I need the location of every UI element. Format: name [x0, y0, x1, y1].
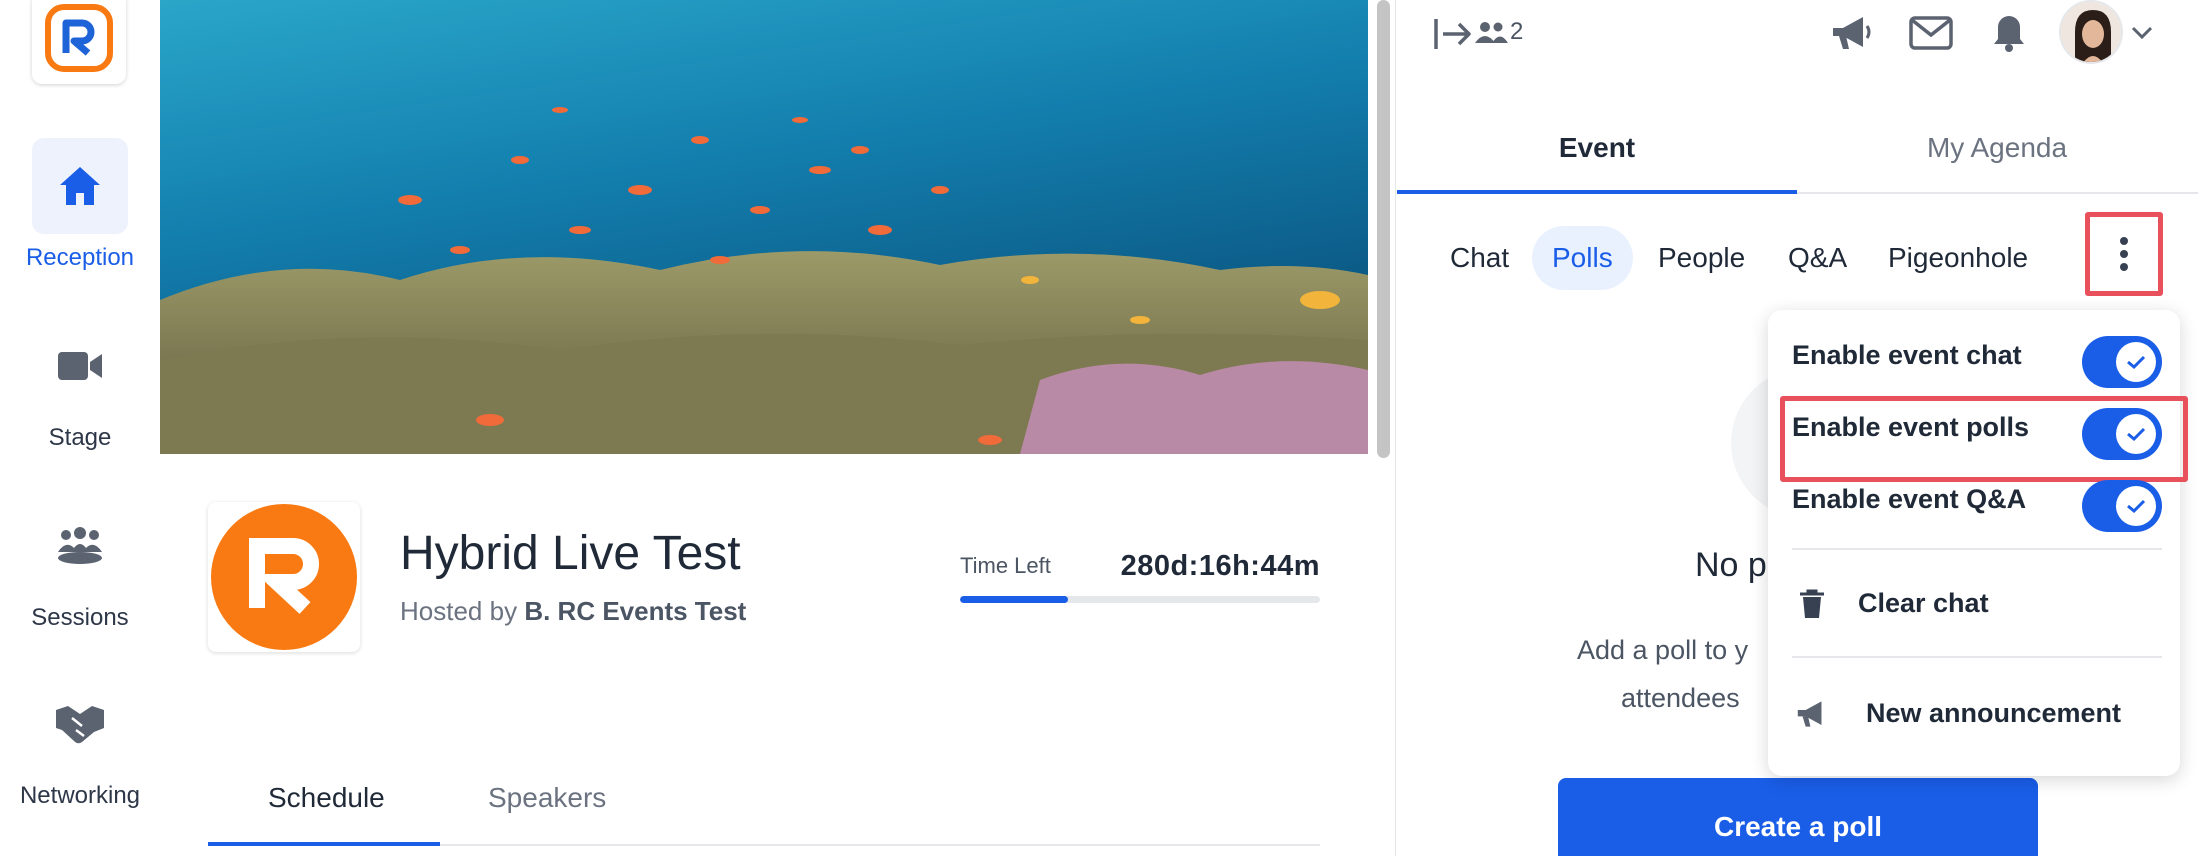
- tab-event[interactable]: Event: [1397, 132, 1797, 164]
- nav-icon-container: [32, 676, 128, 772]
- enable-event-polls-toggle[interactable]: [2082, 408, 2162, 460]
- divider: [1792, 656, 2162, 658]
- logo-r-icon: [45, 4, 113, 72]
- nav-label-reception: Reception: [25, 244, 135, 271]
- attendees-button[interactable]: [1473, 18, 1509, 48]
- nav-icon-container: [32, 498, 128, 594]
- tab-schedule[interactable]: Schedule: [268, 782, 385, 814]
- more-options-button[interactable]: [2085, 212, 2163, 296]
- time-left-label: Time Left: [960, 553, 1051, 578]
- action-label: New announcement: [1866, 698, 2122, 728]
- panel-sub-tabs: Chat Polls People Q&A Pigeonhole: [1397, 226, 2198, 292]
- nav-item-sessions[interactable]: Sessions: [0, 498, 160, 632]
- toggle-label: Enable event chat: [1792, 340, 2022, 370]
- schedule-tabs: Schedule Speakers: [208, 770, 1320, 846]
- active-tab-indicator: [1397, 190, 1797, 194]
- tab-polls[interactable]: Polls: [1532, 226, 1633, 290]
- app-logo[interactable]: [32, 0, 126, 84]
- scrollbar-thumb[interactable]: [1377, 0, 1390, 458]
- toggle-row-event-chat: Enable event chat: [1792, 324, 2162, 388]
- collapse-panel-button[interactable]: [1431, 14, 1475, 54]
- main-scrollbar[interactable]: [1368, 0, 1396, 856]
- check-icon: [2127, 499, 2146, 514]
- coral-reef-image: [160, 0, 1368, 454]
- enable-event-chat-toggle[interactable]: [2082, 336, 2162, 388]
- people-icon: [1475, 22, 1508, 43]
- megaphone-icon: [1833, 17, 1871, 49]
- check-icon: [2127, 427, 2146, 442]
- envelope-icon: [1909, 16, 1953, 50]
- group-icon: [58, 527, 102, 564]
- panel-main-tabs: Event My Agenda: [1397, 118, 2198, 194]
- tab-my-agenda[interactable]: My Agenda: [1797, 132, 2197, 164]
- action-label: Clear chat: [1858, 588, 1989, 618]
- toggle-knob: [2116, 414, 2156, 454]
- host-name: B. RC Events Test: [524, 596, 747, 626]
- tab-people[interactable]: People: [1658, 226, 1745, 290]
- create-poll-button[interactable]: Create a poll: [1558, 778, 2038, 856]
- new-announcement-button[interactable]: New announcement: [1792, 684, 2162, 744]
- toggle-row-event-qa: Enable event Q&A: [1792, 468, 2162, 532]
- kebab-menu-icon: [2120, 237, 2128, 271]
- tab-pigeonhole[interactable]: Pigeonhole: [1888, 226, 2028, 290]
- megaphone-icon: [1792, 694, 1832, 734]
- tab-speakers[interactable]: Speakers: [488, 782, 606, 814]
- nav-icon-container: [32, 318, 128, 414]
- event-host: Hosted by B. RC Events Test: [400, 596, 746, 627]
- toggle-label: Enable event polls: [1792, 412, 2030, 442]
- nav-label-networking: Networking: [19, 782, 141, 809]
- event-logo: [208, 502, 360, 652]
- main-content: Hybrid Live Test Hosted by B. RC Events …: [160, 0, 1368, 856]
- tab-qa[interactable]: Q&A: [1788, 226, 1847, 290]
- logo-r-icon: [211, 504, 357, 650]
- toggle-knob: [2116, 486, 2156, 526]
- nav-label-sessions: Sessions: [31, 604, 129, 631]
- toggle-label: Enable event Q&A: [1792, 484, 2027, 514]
- nav-icon-container: [32, 138, 128, 234]
- divider: [1792, 548, 2162, 550]
- exit-arrow-icon: [1434, 19, 1471, 49]
- toggle-knob: [2116, 342, 2156, 382]
- account-menu-toggle[interactable]: [2129, 22, 2155, 44]
- nav-label-stage: Stage: [48, 424, 112, 451]
- trash-icon: [1792, 584, 1832, 624]
- active-tab-indicator: [208, 842, 440, 846]
- enable-event-qa-toggle[interactable]: [2082, 480, 2162, 532]
- handshake-icon: [56, 706, 104, 744]
- event-title: Hybrid Live Test: [400, 527, 741, 580]
- time-left-progress-fill: [960, 596, 1068, 603]
- left-navigation: Reception Stage Sessions Networking: [0, 0, 160, 856]
- host-prefix: Hosted by: [400, 596, 518, 626]
- time-left-progress: [960, 596, 1320, 603]
- empty-desc-line-2: attendees: [1621, 683, 1740, 713]
- bell-icon: [1994, 16, 2024, 52]
- chevron-down-icon: [2131, 26, 2153, 40]
- empty-state-description: Add a poll to y attendees: [1577, 626, 1757, 722]
- tab-chat[interactable]: Chat: [1450, 226, 1509, 290]
- time-left-value: 280d:16h:44m: [1120, 550, 1320, 582]
- home-icon: [60, 167, 100, 205]
- empty-state-title: No p: [1695, 546, 1767, 584]
- check-icon: [2127, 355, 2146, 370]
- user-avatar[interactable]: [2059, 0, 2123, 64]
- avatar-photo: [2061, 2, 2121, 62]
- announcements-button[interactable]: [1827, 10, 1875, 56]
- notifications-button[interactable]: [1987, 10, 2031, 56]
- empty-desc-line-1: Add a poll to y: [1577, 635, 1749, 665]
- clear-chat-button[interactable]: Clear chat: [1792, 574, 2162, 634]
- event-banner-image: [160, 0, 1368, 454]
- nav-item-reception[interactable]: Reception: [0, 138, 160, 272]
- nav-item-stage[interactable]: Stage: [0, 318, 160, 452]
- toggle-row-event-polls: Enable event polls: [1780, 396, 2188, 482]
- messages-button[interactable]: [1907, 12, 1955, 54]
- attendee-count: 2: [1510, 18, 1524, 45]
- event-options-dropdown: Enable event chat Enable event polls Ena…: [1768, 310, 2188, 776]
- video-camera-icon: [58, 352, 102, 380]
- nav-item-networking[interactable]: Networking: [0, 676, 160, 810]
